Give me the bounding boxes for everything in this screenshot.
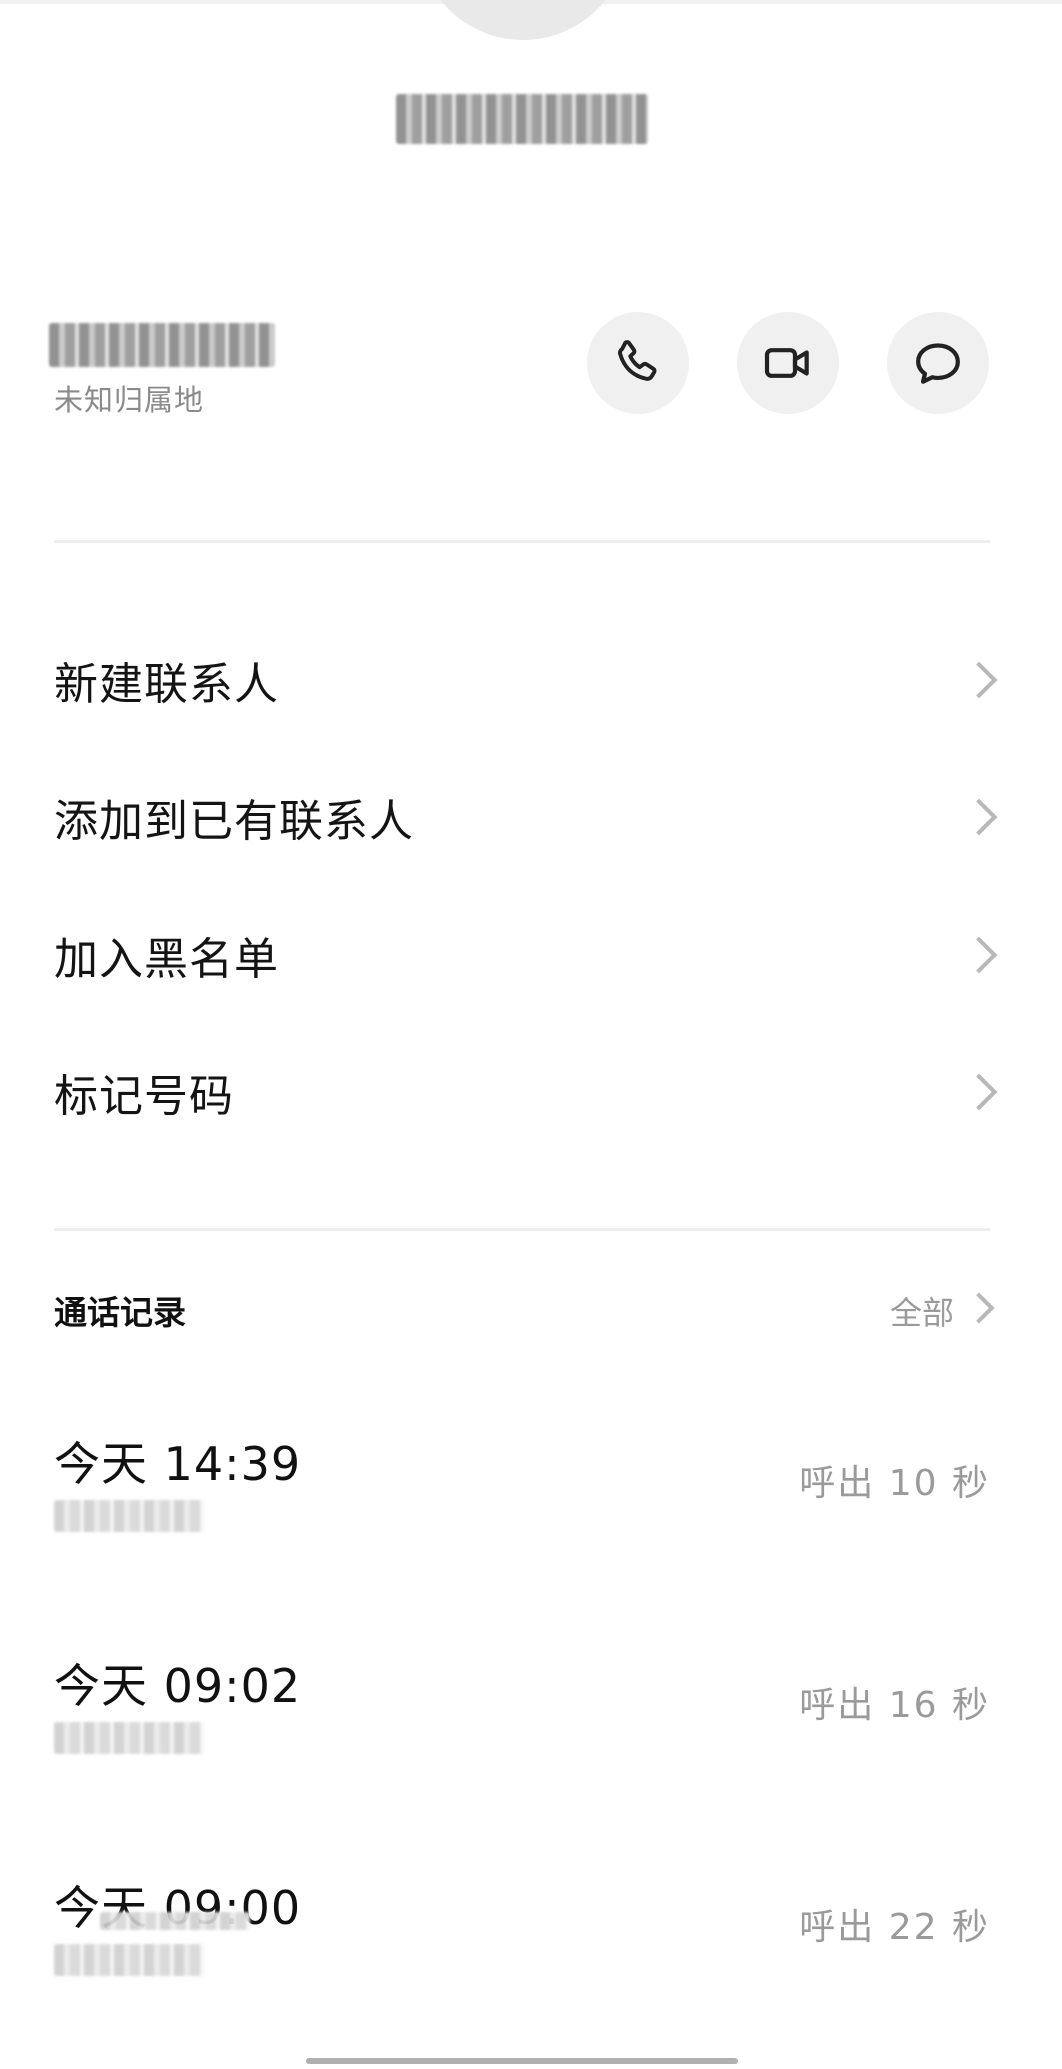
section-divider: [54, 1228, 990, 1231]
contact-title-redacted: [396, 94, 648, 144]
menu-item-new-contact[interactable]: 新建联系人: [0, 620, 1062, 740]
chevron-right-icon: [960, 798, 998, 836]
menu-item-label: 标记号码: [54, 1071, 234, 1122]
home-indicator[interactable]: [306, 2058, 738, 2064]
call-record-subtitle-redacted: [54, 1500, 204, 1532]
chevron-right-icon: [960, 1073, 998, 1111]
call-record-overlay-redacted: [100, 1912, 250, 1930]
chevron-right-icon: [960, 936, 998, 974]
phone-number-redacted: [49, 323, 275, 367]
number-location: 未知归属地: [54, 383, 205, 417]
see-all-link[interactable]: 全部: [890, 1288, 954, 1334]
message-button[interactable]: [887, 312, 989, 414]
call-button[interactable]: [587, 312, 689, 414]
call-record-time: 今天 09:02: [54, 1659, 302, 1713]
video-camera-icon: [764, 348, 809, 378]
section-divider: [54, 540, 990, 543]
avatar: [418, 0, 628, 40]
phone-icon: [618, 340, 657, 381]
call-record-subtitle-redacted: [54, 1944, 204, 1976]
message-bubble-icon: [916, 343, 960, 384]
menu-item-add-to-existing[interactable]: 添加到已有联系人: [0, 757, 1062, 877]
menu-item-label: 添加到已有联系人: [54, 796, 414, 847]
call-record-detail: 呼出 16 秒: [799, 1685, 990, 1726]
call-record-time: 今天 14:39: [54, 1437, 302, 1491]
call-history-title: 通话记录: [54, 1293, 186, 1332]
call-record-detail: 呼出 10 秒: [799, 1463, 990, 1504]
menu-item-label: 加入黑名单: [54, 934, 279, 985]
menu-item-label: 新建联系人: [54, 659, 279, 710]
menu-item-blacklist[interactable]: 加入黑名单: [0, 895, 1062, 1015]
call-record-subtitle-redacted: [54, 1722, 204, 1754]
chevron-right-icon: [963, 1292, 995, 1324]
call-record-detail: 呼出 22 秒: [799, 1907, 990, 1948]
menu-item-mark-number[interactable]: 标记号码: [0, 1032, 1062, 1152]
video-call-button[interactable]: [737, 312, 839, 414]
chevron-right-icon: [960, 661, 998, 699]
